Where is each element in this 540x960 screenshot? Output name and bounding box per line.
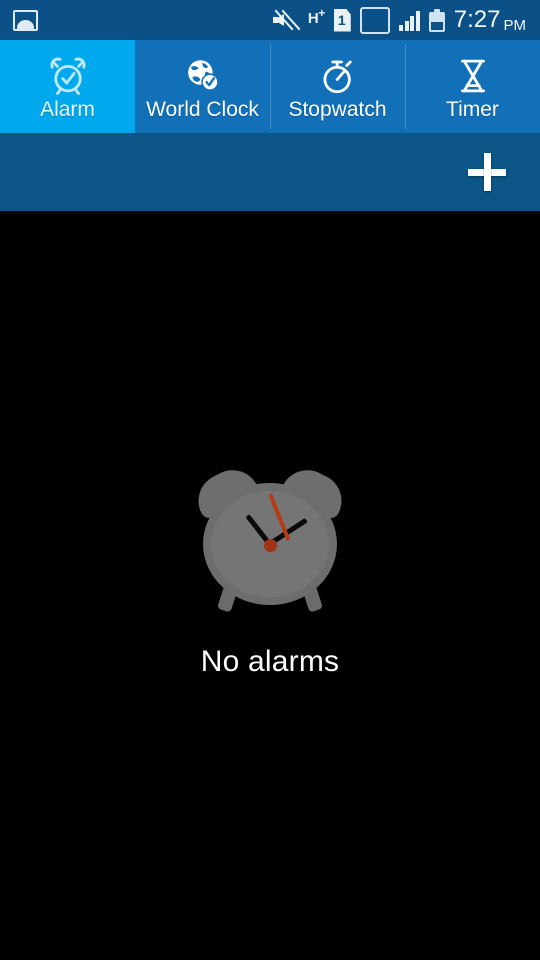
tab-bar: Alarm World Clock Stopwatch Timer xyxy=(0,40,540,133)
clock-hub xyxy=(264,539,277,552)
sim-one-icon: 1 xyxy=(333,8,351,32)
network-hplus-icon: H+ xyxy=(308,7,325,26)
alarm-list-area: No alarms xyxy=(0,211,540,960)
status-bar-left-icons xyxy=(0,9,38,31)
tab-alarm-label: Alarm xyxy=(40,98,95,121)
sim-index-label: 1 xyxy=(337,12,346,28)
alarm-clock-illustration xyxy=(189,460,351,613)
network-type-label: H xyxy=(307,9,319,27)
battery-icon xyxy=(428,8,445,32)
status-bar-right-icons: H+ 1 7:27 PM xyxy=(272,6,540,34)
add-alarm-button[interactable] xyxy=(452,137,522,207)
signal-bars-active-icon xyxy=(359,6,391,34)
alarm-clock-body xyxy=(203,483,337,605)
alarm-clock-icon xyxy=(47,55,89,97)
tab-stopwatch[interactable]: Stopwatch xyxy=(270,40,405,133)
empty-state-message: No alarms xyxy=(200,645,340,678)
signal-bars-icon xyxy=(399,10,420,31)
stopwatch-icon xyxy=(317,55,359,97)
tab-world-clock-label: World Clock xyxy=(146,98,259,121)
tab-timer-label: Timer xyxy=(446,98,499,121)
tab-timer[interactable]: Timer xyxy=(405,40,540,133)
tab-stopwatch-label: Stopwatch xyxy=(288,98,387,121)
gallery-icon xyxy=(13,9,38,31)
status-time: 7:27 xyxy=(453,6,501,33)
status-ampm: PM xyxy=(503,17,527,34)
status-bar: H+ 1 7:27 PM xyxy=(0,0,540,40)
clock-app-screen: H+ 1 7:27 PM Alarm World Clock Stopwatch… xyxy=(0,0,540,960)
action-bar xyxy=(0,133,540,211)
network-type-sup: + xyxy=(318,5,325,20)
hourglass-icon xyxy=(452,55,494,97)
sound-mute-icon xyxy=(272,9,301,31)
tab-world-clock[interactable]: World Clock xyxy=(135,40,270,133)
empty-state: No alarms xyxy=(0,460,540,679)
alarm-clock-face xyxy=(211,491,329,597)
globe-clock-icon xyxy=(182,55,224,97)
status-bar-clock: 7:27 PM xyxy=(453,6,527,34)
tab-alarm[interactable]: Alarm xyxy=(0,40,135,133)
